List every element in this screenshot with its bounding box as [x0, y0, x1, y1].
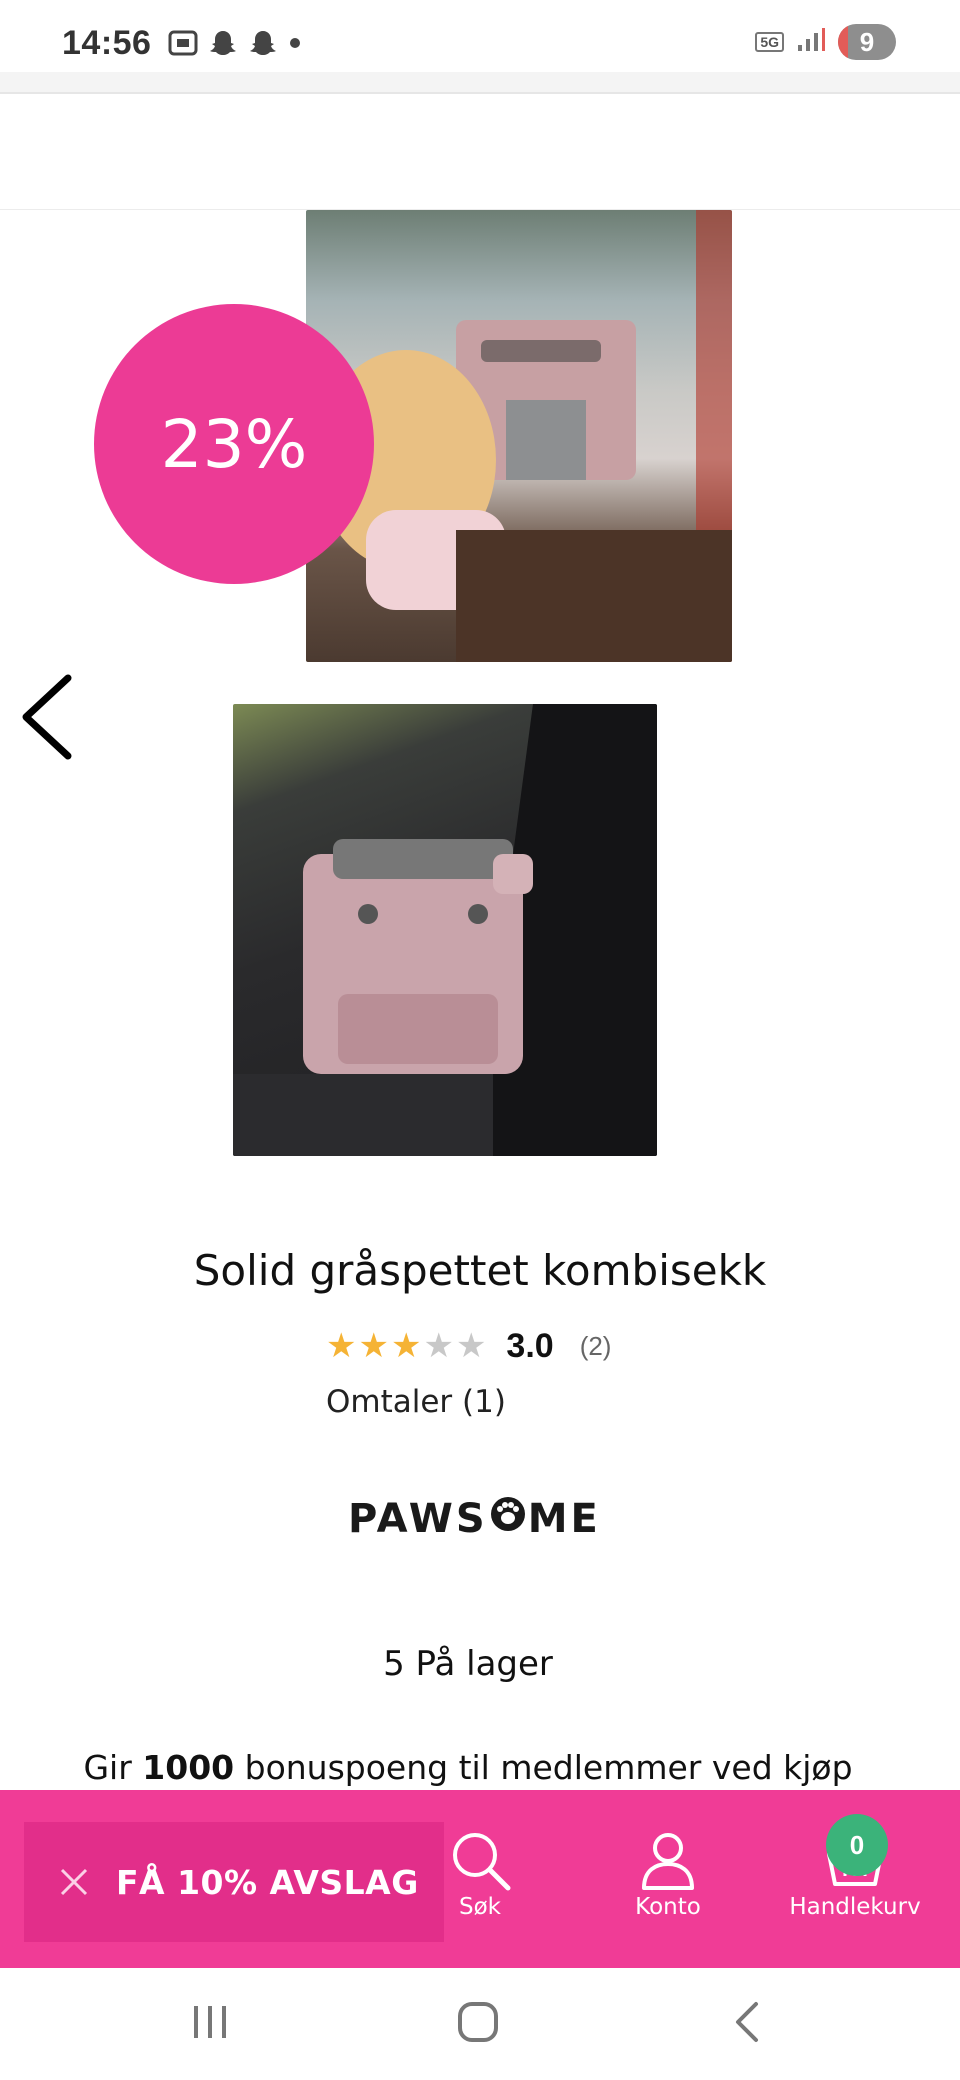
home-icon[interactable]	[456, 2000, 500, 2049]
discount-badge: 23%	[94, 304, 374, 584]
snapchat-icon	[208, 28, 238, 63]
recent-apps-icon[interactable]	[190, 2000, 230, 2049]
promo-label: FÅ 10% AVSLAG	[116, 1862, 419, 1902]
rating-count: (2)	[579, 1330, 612, 1361]
nav-account[interactable]: Konto	[618, 1828, 718, 1920]
brand-logo-text: PAWS ME	[348, 1496, 601, 1542]
user-icon	[642, 1833, 694, 1890]
brand-logo[interactable]: PAWS ME	[348, 1496, 601, 1542]
site-header	[0, 94, 960, 210]
nav-cart-label: Handlekurv	[789, 1894, 921, 1920]
star-empty-icon: ★	[423, 1327, 454, 1365]
rating-value: 3.0	[506, 1326, 554, 1365]
status-time: 14:56	[62, 24, 152, 62]
network-badge: 5G	[755, 32, 784, 52]
bottom-nav-bar: FÅ 10% AVSLAG Søk Konto Handlekurv 0	[0, 1790, 960, 1968]
star-rating: ★ ★ ★ ★ ★	[326, 1329, 486, 1363]
notification-icons	[168, 28, 302, 63]
paw-icon	[490, 1496, 526, 1532]
status-bar: 14:56 5G 9	[0, 0, 960, 72]
stock-status: 5 På lager	[383, 1644, 553, 1684]
star-filled-icon: ★	[358, 1327, 389, 1365]
bonus-points: 1000	[142, 1748, 235, 1787]
system-nav-bar	[0, 1968, 960, 2080]
search-icon	[453, 1833, 511, 1891]
dot-icon	[288, 36, 302, 55]
nav-account-label: Konto	[635, 1894, 701, 1920]
signal-icon	[796, 27, 826, 58]
product-title: Solid gråspettet kombisekk	[193, 1246, 767, 1295]
reviews-link[interactable]: Omtaler (1)	[326, 1384, 506, 1420]
top-strip	[0, 72, 960, 94]
chevron-left-icon[interactable]	[18, 672, 78, 762]
star-filled-icon: ★	[390, 1327, 422, 1365]
nav-search[interactable]: Søk	[440, 1828, 520, 1920]
close-icon[interactable]	[54, 1862, 94, 1902]
nav-search-label: Søk	[459, 1894, 501, 1920]
cart-count-badge: 0	[826, 1814, 888, 1876]
screenshot-icon	[168, 30, 198, 61]
status-right: 5G 9	[755, 24, 896, 60]
bonus-info: Gir 1000 bonuspoeng til medlemmer ved kj…	[83, 1748, 853, 1787]
battery-indicator: 9	[838, 24, 896, 60]
promo-banner[interactable]: FÅ 10% AVSLAG	[24, 1822, 444, 1942]
back-icon[interactable]	[728, 1998, 764, 2051]
snapchat-icon	[248, 28, 278, 63]
star-empty-icon: ★	[455, 1327, 487, 1365]
star-filled-icon: ★	[326, 1327, 357, 1365]
rating-row[interactable]: ★ ★ ★ ★ ★ 3.0 (2)	[326, 1322, 611, 1370]
product-image-2[interactable]	[233, 704, 657, 1156]
